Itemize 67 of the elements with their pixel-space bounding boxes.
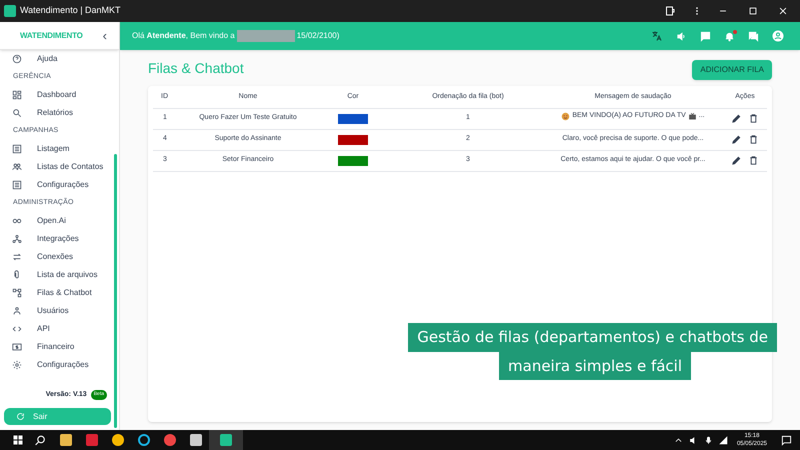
network-icon: [718, 436, 728, 444]
edit-icon: [731, 134, 742, 145]
network-icon: [12, 234, 22, 244]
chevron-up-icon: [674, 436, 683, 444]
maximize-icon: [748, 6, 758, 16]
greeting-text: Olá Atendente, Bem vindo a: [132, 30, 235, 42]
message-icon: [700, 30, 711, 42]
sidebar-item[interactable]: Open.Ai: [0, 212, 119, 230]
scrollbar[interactable]: [114, 154, 117, 428]
delete-icon: [748, 155, 759, 166]
sidebar-item[interactable]: Ajuda: [0, 50, 119, 68]
windows-icon: [12, 434, 24, 446]
window-title: Watendimento | DanMKT: [20, 4, 121, 18]
sidebar-item[interactable]: Integrações: [0, 230, 119, 248]
edit-icon: [731, 113, 742, 124]
sidebar-item[interactable]: Lista de arquivos: [0, 266, 119, 284]
notification-icon: [724, 30, 735, 42]
users-icon: [12, 306, 22, 316]
sidebar-item[interactable]: Listas de Contatos: [0, 158, 119, 176]
smiley-icon: [561, 112, 570, 122]
code-icon: [12, 324, 22, 334]
translate-icon: [651, 30, 663, 42]
delete-icon: [748, 113, 759, 124]
sidebar-item[interactable]: Listagem: [0, 140, 119, 158]
list-icon: [12, 144, 22, 154]
sidebar-item[interactable]: Relatórios: [0, 104, 119, 122]
sidebar-item[interactable]: Financeiro: [0, 338, 119, 356]
caption-banner: Gestão de filas (departamentos) e chatbots de: [408, 323, 777, 352]
settings-icon: [12, 360, 22, 370]
close-icon: [778, 6, 788, 16]
sidebar-item[interactable]: Configurações: [0, 176, 119, 194]
help-icon: [12, 54, 22, 64]
notification-center-icon: [781, 434, 792, 446]
extension-icon: [664, 5, 676, 17]
greeting-date: 15/02/2100): [296, 30, 340, 42]
circle-app-icon[interactable]: [138, 434, 150, 446]
sidebar-item[interactable]: Conexões: [0, 248, 119, 266]
caption-banner: maneira simples e fácil: [499, 352, 691, 380]
app-icon[interactable]: [190, 434, 202, 446]
sidebar-item[interactable]: API: [0, 320, 119, 338]
list-icon: [12, 180, 22, 190]
search-icon: [12, 108, 22, 118]
people-icon: [12, 162, 22, 172]
add-queue-button[interactable]: ADICIONAR FILA: [692, 60, 772, 80]
arrows-icon: [12, 252, 22, 262]
sidebar-item[interactable]: Dashboard: [0, 86, 119, 104]
money-icon: [12, 342, 22, 352]
volume-icon: [676, 30, 687, 42]
edit-icon: [731, 155, 742, 166]
sidebar-item[interactable]: Configurações: [0, 356, 119, 374]
page-title: Filas & Chatbot: [148, 58, 244, 78]
blurred-area: [236, 30, 295, 42]
search-icon: [34, 434, 47, 446]
loop-icon: [12, 216, 22, 226]
app-logo-icon: [4, 5, 16, 17]
chat-icon: [748, 30, 759, 42]
logo: WATENDIMENTO: [20, 30, 83, 42]
collapse-button[interactable]: ‹: [102, 26, 107, 46]
dashboard-icon: [12, 90, 22, 100]
television-icon: [688, 112, 697, 122]
delete-icon: [748, 134, 759, 145]
sidebar-item[interactable]: Filas & Chatbot: [0, 284, 119, 302]
account-icon: [772, 30, 784, 42]
microphone-icon: [704, 436, 713, 444]
app-icon[interactable]: [220, 434, 232, 446]
flowchart-icon: [12, 288, 22, 298]
sidebar-item[interactable]: Usuários: [0, 302, 119, 320]
